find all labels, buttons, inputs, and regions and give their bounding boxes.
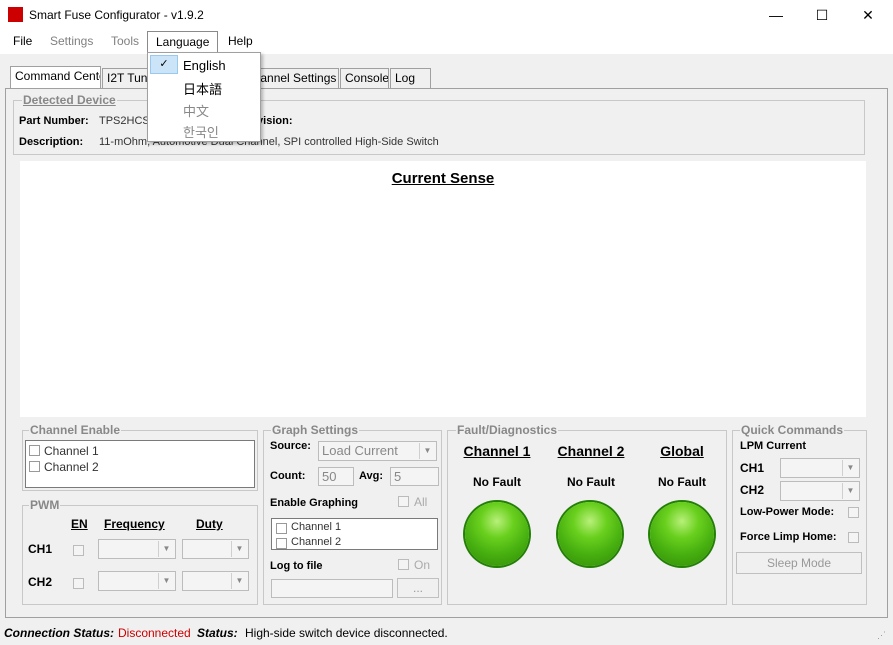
menu-language[interactable]: Language: [147, 31, 219, 53]
source-label: Source:: [270, 440, 311, 452]
log-file-path-input[interactable]: [271, 579, 393, 598]
language-english-label: English: [183, 58, 226, 73]
avg-label: Avg:: [359, 470, 384, 482]
force-limp-home-checkbox[interactable]: [848, 532, 859, 543]
source-value: Load Current: [322, 443, 398, 458]
lpm-ch1-select[interactable]: ▼: [780, 458, 860, 478]
pwm-ch2-label: CH2: [28, 575, 53, 589]
graph-channel-2-checkbox[interactable]: [276, 538, 287, 549]
fault-channel-2-header: Channel 2: [557, 443, 625, 459]
channel-enable-list: Channel 1 Channel 2: [25, 440, 255, 488]
pwm-title: PWM: [29, 498, 61, 512]
fault-channel-1-header: Channel 1: [463, 443, 531, 459]
fault-diagnostics-title: Fault/Diagnostics: [456, 423, 559, 437]
channel-2-enable-checkbox[interactable]: [29, 461, 40, 472]
maximize-button[interactable]: ☐: [799, 0, 845, 30]
resize-grip-icon[interactable]: ⋰: [877, 630, 886, 641]
channel-2-enable-label: Channel 2: [44, 460, 99, 474]
fault-channel-1-led-icon: [465, 502, 529, 566]
graph-channel-1-label: Channel 1: [291, 521, 342, 533]
graph-all-checkbox[interactable]: [398, 496, 409, 507]
log-on-label: On: [414, 558, 431, 572]
menu-help[interactable]: Help: [221, 30, 260, 53]
status-label: Status:: [197, 626, 238, 640]
minimize-button[interactable]: —: [753, 0, 799, 30]
low-power-mode-label: Low-Power Mode:: [740, 506, 835, 518]
low-power-mode-checkbox[interactable]: [848, 507, 859, 518]
fault-channel-2-led-icon: [558, 502, 622, 566]
count-label: Count:: [270, 470, 306, 482]
part-number-label: Part Number:: [19, 115, 89, 127]
window-title: Smart Fuse Configurator - v1.9.2: [29, 8, 204, 22]
log-on-checkbox[interactable]: [398, 559, 409, 570]
lpm-ch2-label: CH2: [740, 483, 765, 497]
fault-global-status: No Fault: [658, 475, 706, 489]
language-dropdown: ✓ English 日本語 中文 한국인: [147, 52, 261, 142]
pwm-col-frequency: Frequency: [104, 517, 165, 531]
pwm-col-en: EN: [71, 517, 88, 531]
fault-channel-2-status: No Fault: [567, 475, 615, 489]
lpm-current-label: LPM Current: [740, 440, 806, 452]
tab-command-center[interactable]: Command Center: [10, 66, 101, 88]
plot-title: Current Sense: [391, 170, 495, 187]
part-number-value: TPS2HCS: [99, 115, 150, 127]
language-japanese-item[interactable]: 日本語: [183, 79, 222, 98]
tab-log[interactable]: Log: [390, 68, 431, 88]
description-label: Description:: [19, 136, 84, 148]
menu-settings[interactable]: Settings: [43, 30, 100, 53]
graph-all-label: All: [414, 495, 428, 509]
current-sense-plot: Current Sense: [20, 161, 866, 417]
log-browse-button[interactable]: ...: [397, 578, 439, 598]
pwm-ch2-en-checkbox[interactable]: [73, 578, 84, 589]
channel-1-enable-checkbox[interactable]: [29, 445, 40, 456]
count-input[interactable]: 50: [318, 467, 354, 486]
graph-channel-1-checkbox[interactable]: [276, 523, 287, 534]
fault-global-header: Global: [660, 443, 704, 459]
source-select[interactable]: Load Current ▼: [318, 441, 437, 461]
detected-device-title: Detected Device: [22, 93, 117, 107]
pwm-ch2-frequency-select[interactable]: ▼: [98, 571, 176, 591]
app-logo-icon: [8, 7, 23, 22]
pwm-ch1-duty-select[interactable]: ▼: [182, 539, 249, 559]
quick-commands-title: Quick Commands: [740, 423, 845, 437]
menu-file[interactable]: File: [6, 30, 39, 53]
pwm-ch1-label: CH1: [28, 542, 53, 556]
connection-status-value: Disconnected: [118, 626, 191, 640]
pwm-ch1-en-checkbox[interactable]: [73, 545, 84, 556]
graph-settings-title: Graph Settings: [271, 423, 360, 437]
language-korean-item[interactable]: 한국인: [183, 122, 219, 141]
force-limp-home-label: Force Limp Home:: [740, 531, 837, 543]
pwm-ch1-frequency-select[interactable]: ▼: [98, 539, 176, 559]
channel-1-enable-label: Channel 1: [44, 444, 99, 458]
pwm-ch2-duty-select[interactable]: ▼: [182, 571, 249, 591]
language-chinese-item[interactable]: 中文: [183, 101, 209, 120]
pwm-col-duty: Duty: [196, 517, 223, 531]
close-button[interactable]: ✕: [845, 0, 891, 30]
connection-status-label: Connection Status:: [4, 626, 114, 640]
channel-enable-title: Channel Enable: [29, 423, 122, 437]
lpm-ch2-select[interactable]: ▼: [780, 481, 860, 501]
graph-channel-2-label: Channel 2: [291, 536, 342, 548]
enable-graphing-label: Enable Graphing: [270, 497, 359, 509]
fault-channel-1-status: No Fault: [473, 475, 521, 489]
status-value: High-side switch device disconnected.: [245, 626, 448, 640]
tab-console[interactable]: Console: [340, 68, 389, 88]
menu-tools[interactable]: Tools: [104, 30, 146, 53]
avg-input[interactable]: 5: [390, 467, 439, 486]
graph-channel-list: Channel 1 Channel 2: [271, 518, 438, 550]
log-to-file-label: Log to file: [270, 560, 323, 572]
fault-global-led-icon: [650, 502, 714, 566]
lpm-ch1-label: CH1: [740, 461, 765, 475]
sleep-mode-button[interactable]: Sleep Mode: [736, 552, 862, 574]
